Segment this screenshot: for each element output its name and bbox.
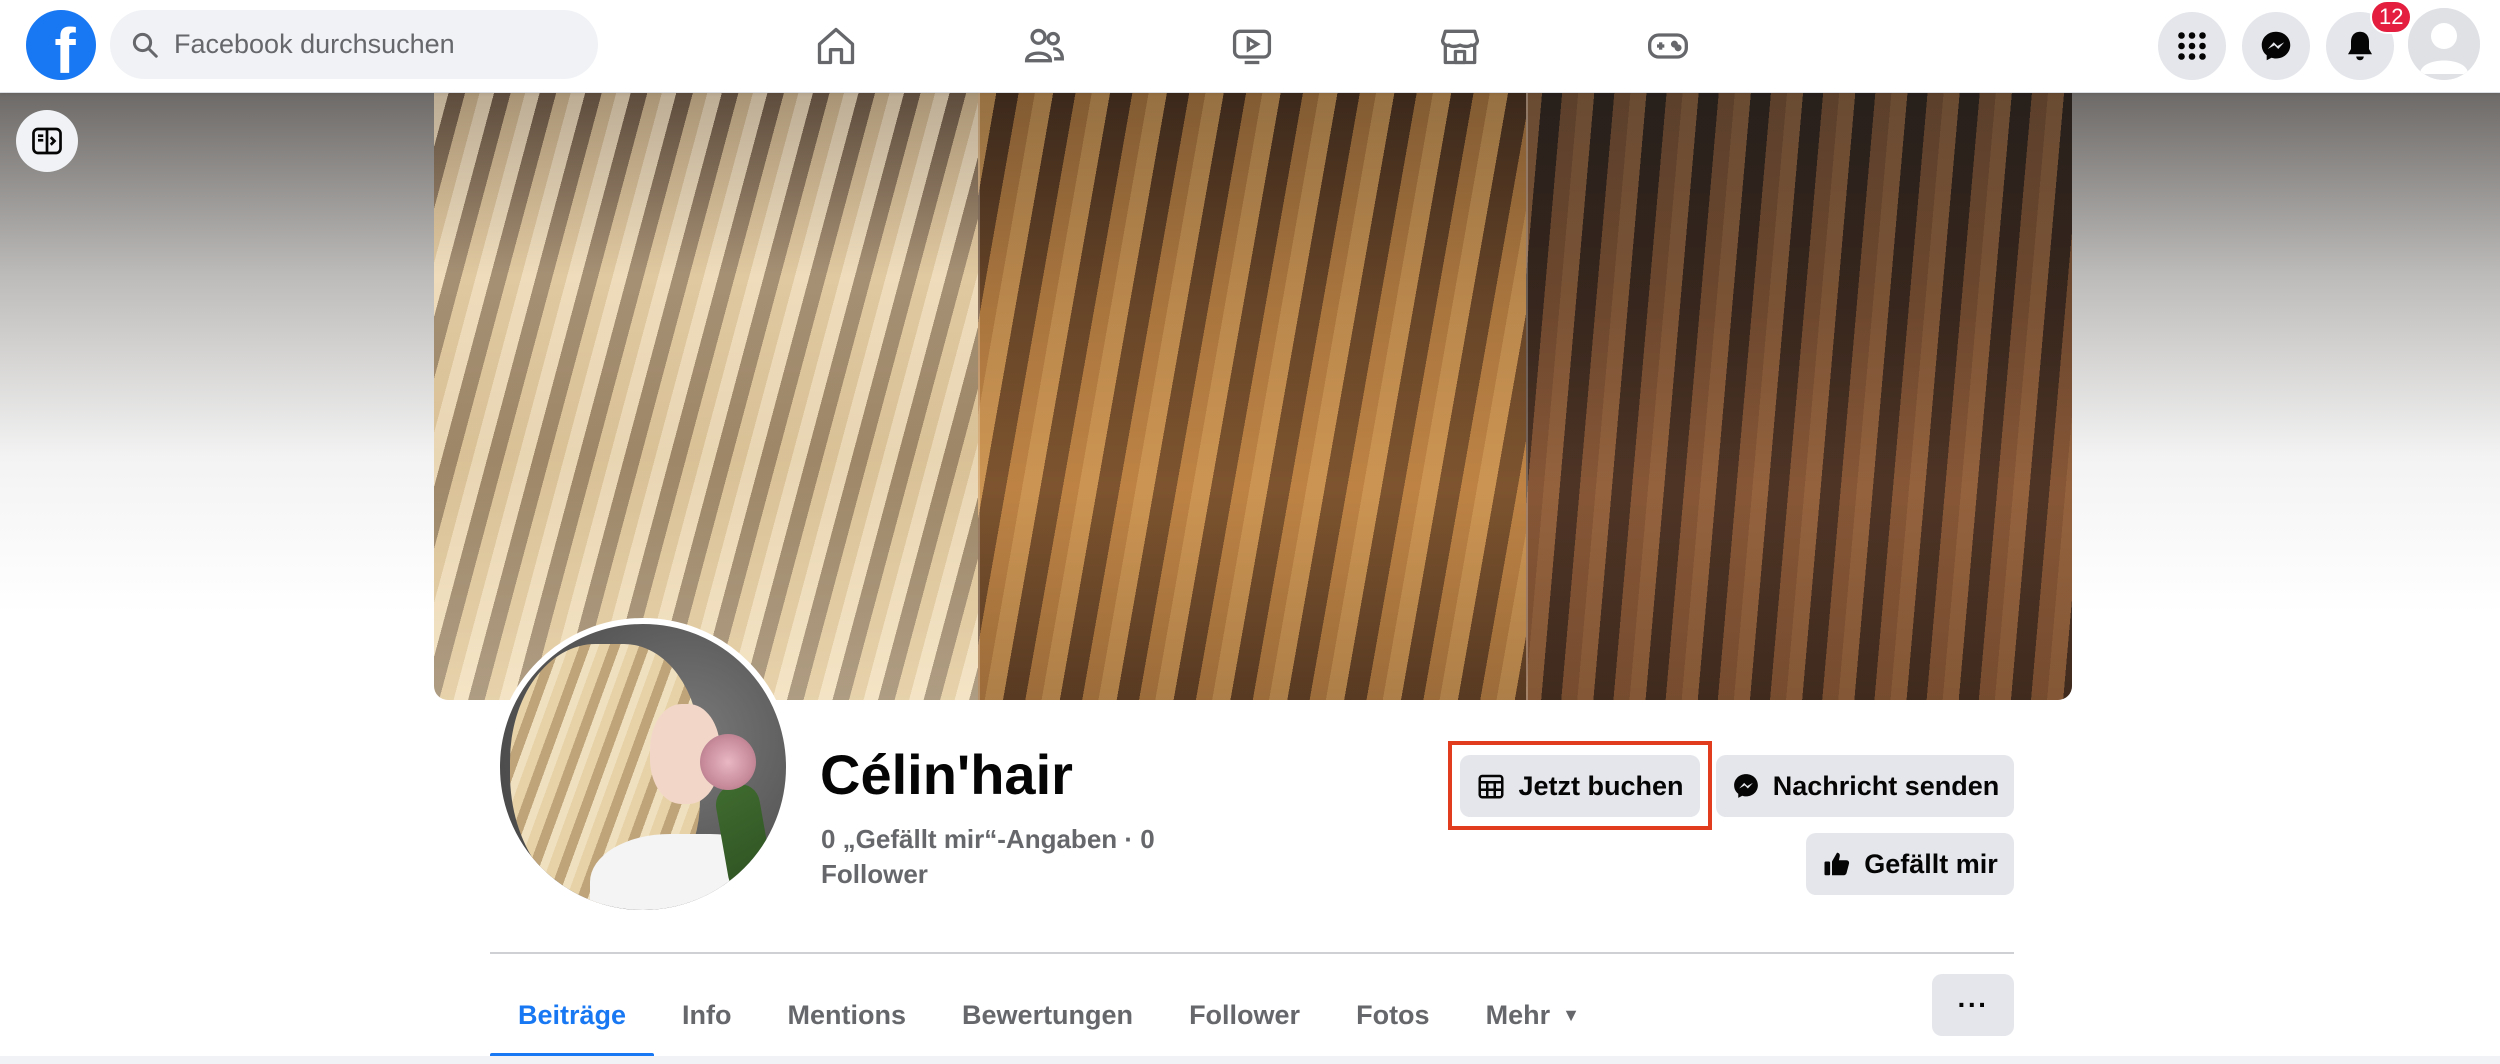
tab-mentions[interactable]: Mentions (760, 972, 935, 1058)
cover-photo[interactable] (434, 93, 2072, 700)
tab-label: Bewertungen (962, 999, 1134, 1030)
send-message-label: Nachricht senden (1772, 770, 2000, 801)
tab-beitraege[interactable]: Beiträge (490, 972, 655, 1058)
cover-panel-brunette (1526, 93, 2072, 700)
watch-icon (1232, 29, 1272, 65)
more-options-button[interactable]: ··· (1932, 974, 2014, 1036)
tab-label: Info (682, 999, 732, 1030)
followers-label[interactable]: Follower (821, 857, 1241, 892)
account-avatar[interactable] (2408, 8, 2480, 80)
nav-home[interactable] (806, 16, 866, 76)
nav-friends[interactable] (1014, 16, 1074, 76)
messenger-button[interactable] (2242, 12, 2310, 80)
caret-down-icon: ▼ (1562, 1004, 1580, 1025)
tab-bewertungen[interactable]: Bewertungen (934, 972, 1161, 1058)
tab-info[interactable]: Info (654, 972, 759, 1058)
friends-icon (1024, 28, 1064, 63)
book-now-button[interactable]: Jetzt buchen (1460, 755, 1700, 817)
nav-marketplace[interactable] (1430, 16, 1490, 76)
top-navigation-bar: f 12 (0, 0, 2500, 93)
tab-label: Fotos (1356, 999, 1430, 1030)
home-icon (817, 27, 855, 65)
tab-label: Mehr (1485, 999, 1551, 1030)
book-now-label: Jetzt buchen (1518, 770, 1684, 801)
profile-picture[interactable] (494, 618, 792, 916)
tab-follower[interactable]: Follower (1161, 972, 1328, 1058)
search-input[interactable] (174, 29, 574, 60)
facebook-logo-letter: f (54, 15, 76, 87)
page-title: Célin'hair (820, 743, 1073, 806)
messenger-icon (2261, 31, 2291, 61)
thumbs-up-icon (1824, 852, 1850, 876)
tab-label: Beiträge (518, 999, 627, 1030)
marketplace-icon (1440, 29, 1480, 65)
like-page-button[interactable]: Gefällt mir (1806, 833, 2014, 895)
facebook-logo[interactable]: f (26, 10, 96, 87)
page-stats: 0 „Gefällt mir“-Angaben · 0 Follower (821, 822, 1241, 892)
cover-divider (978, 93, 980, 700)
like-page-label: Gefällt mir (1864, 848, 1998, 879)
search-icon (132, 32, 158, 58)
menu-button[interactable] (2158, 12, 2226, 80)
profile-picture-rose (700, 734, 756, 790)
cover-panel-blonde (434, 93, 978, 700)
sidebar-toggle-button[interactable] (16, 110, 78, 172)
send-message-button[interactable]: Nachricht senden (1716, 755, 2014, 817)
nav-watch[interactable] (1222, 16, 1282, 76)
tab-label: Follower (1189, 999, 1301, 1030)
tab-label: Mentions (787, 999, 907, 1030)
messenger-icon (1733, 774, 1758, 798)
nav-gaming[interactable] (1638, 16, 1698, 76)
tab-fotos[interactable]: Fotos (1328, 972, 1458, 1058)
profile-tabs: Beiträge Info Mentions Bewertungen Follo… (490, 972, 1608, 1058)
tab-mehr[interactable]: Mehr ▼ (1458, 972, 1608, 1058)
notifications-icon (2348, 31, 2372, 61)
notification-count-badge: 12 (2370, 0, 2413, 34)
page-background-strip (0, 1056, 2500, 1064)
menu-grid-icon (2178, 32, 2206, 60)
cover-panel-caramel (978, 93, 1526, 700)
calendar-icon (1478, 774, 1504, 799)
sidebar-toggle-icon (32, 127, 62, 155)
default-avatar-icon (2408, 8, 2480, 80)
section-divider (490, 952, 2014, 954)
likes-followers-count[interactable]: 0 „Gefällt mir“-Angaben · 0 (821, 822, 1241, 857)
search-bar[interactable] (110, 10, 598, 79)
gaming-icon (1648, 33, 1688, 59)
cover-divider (1526, 93, 1528, 700)
